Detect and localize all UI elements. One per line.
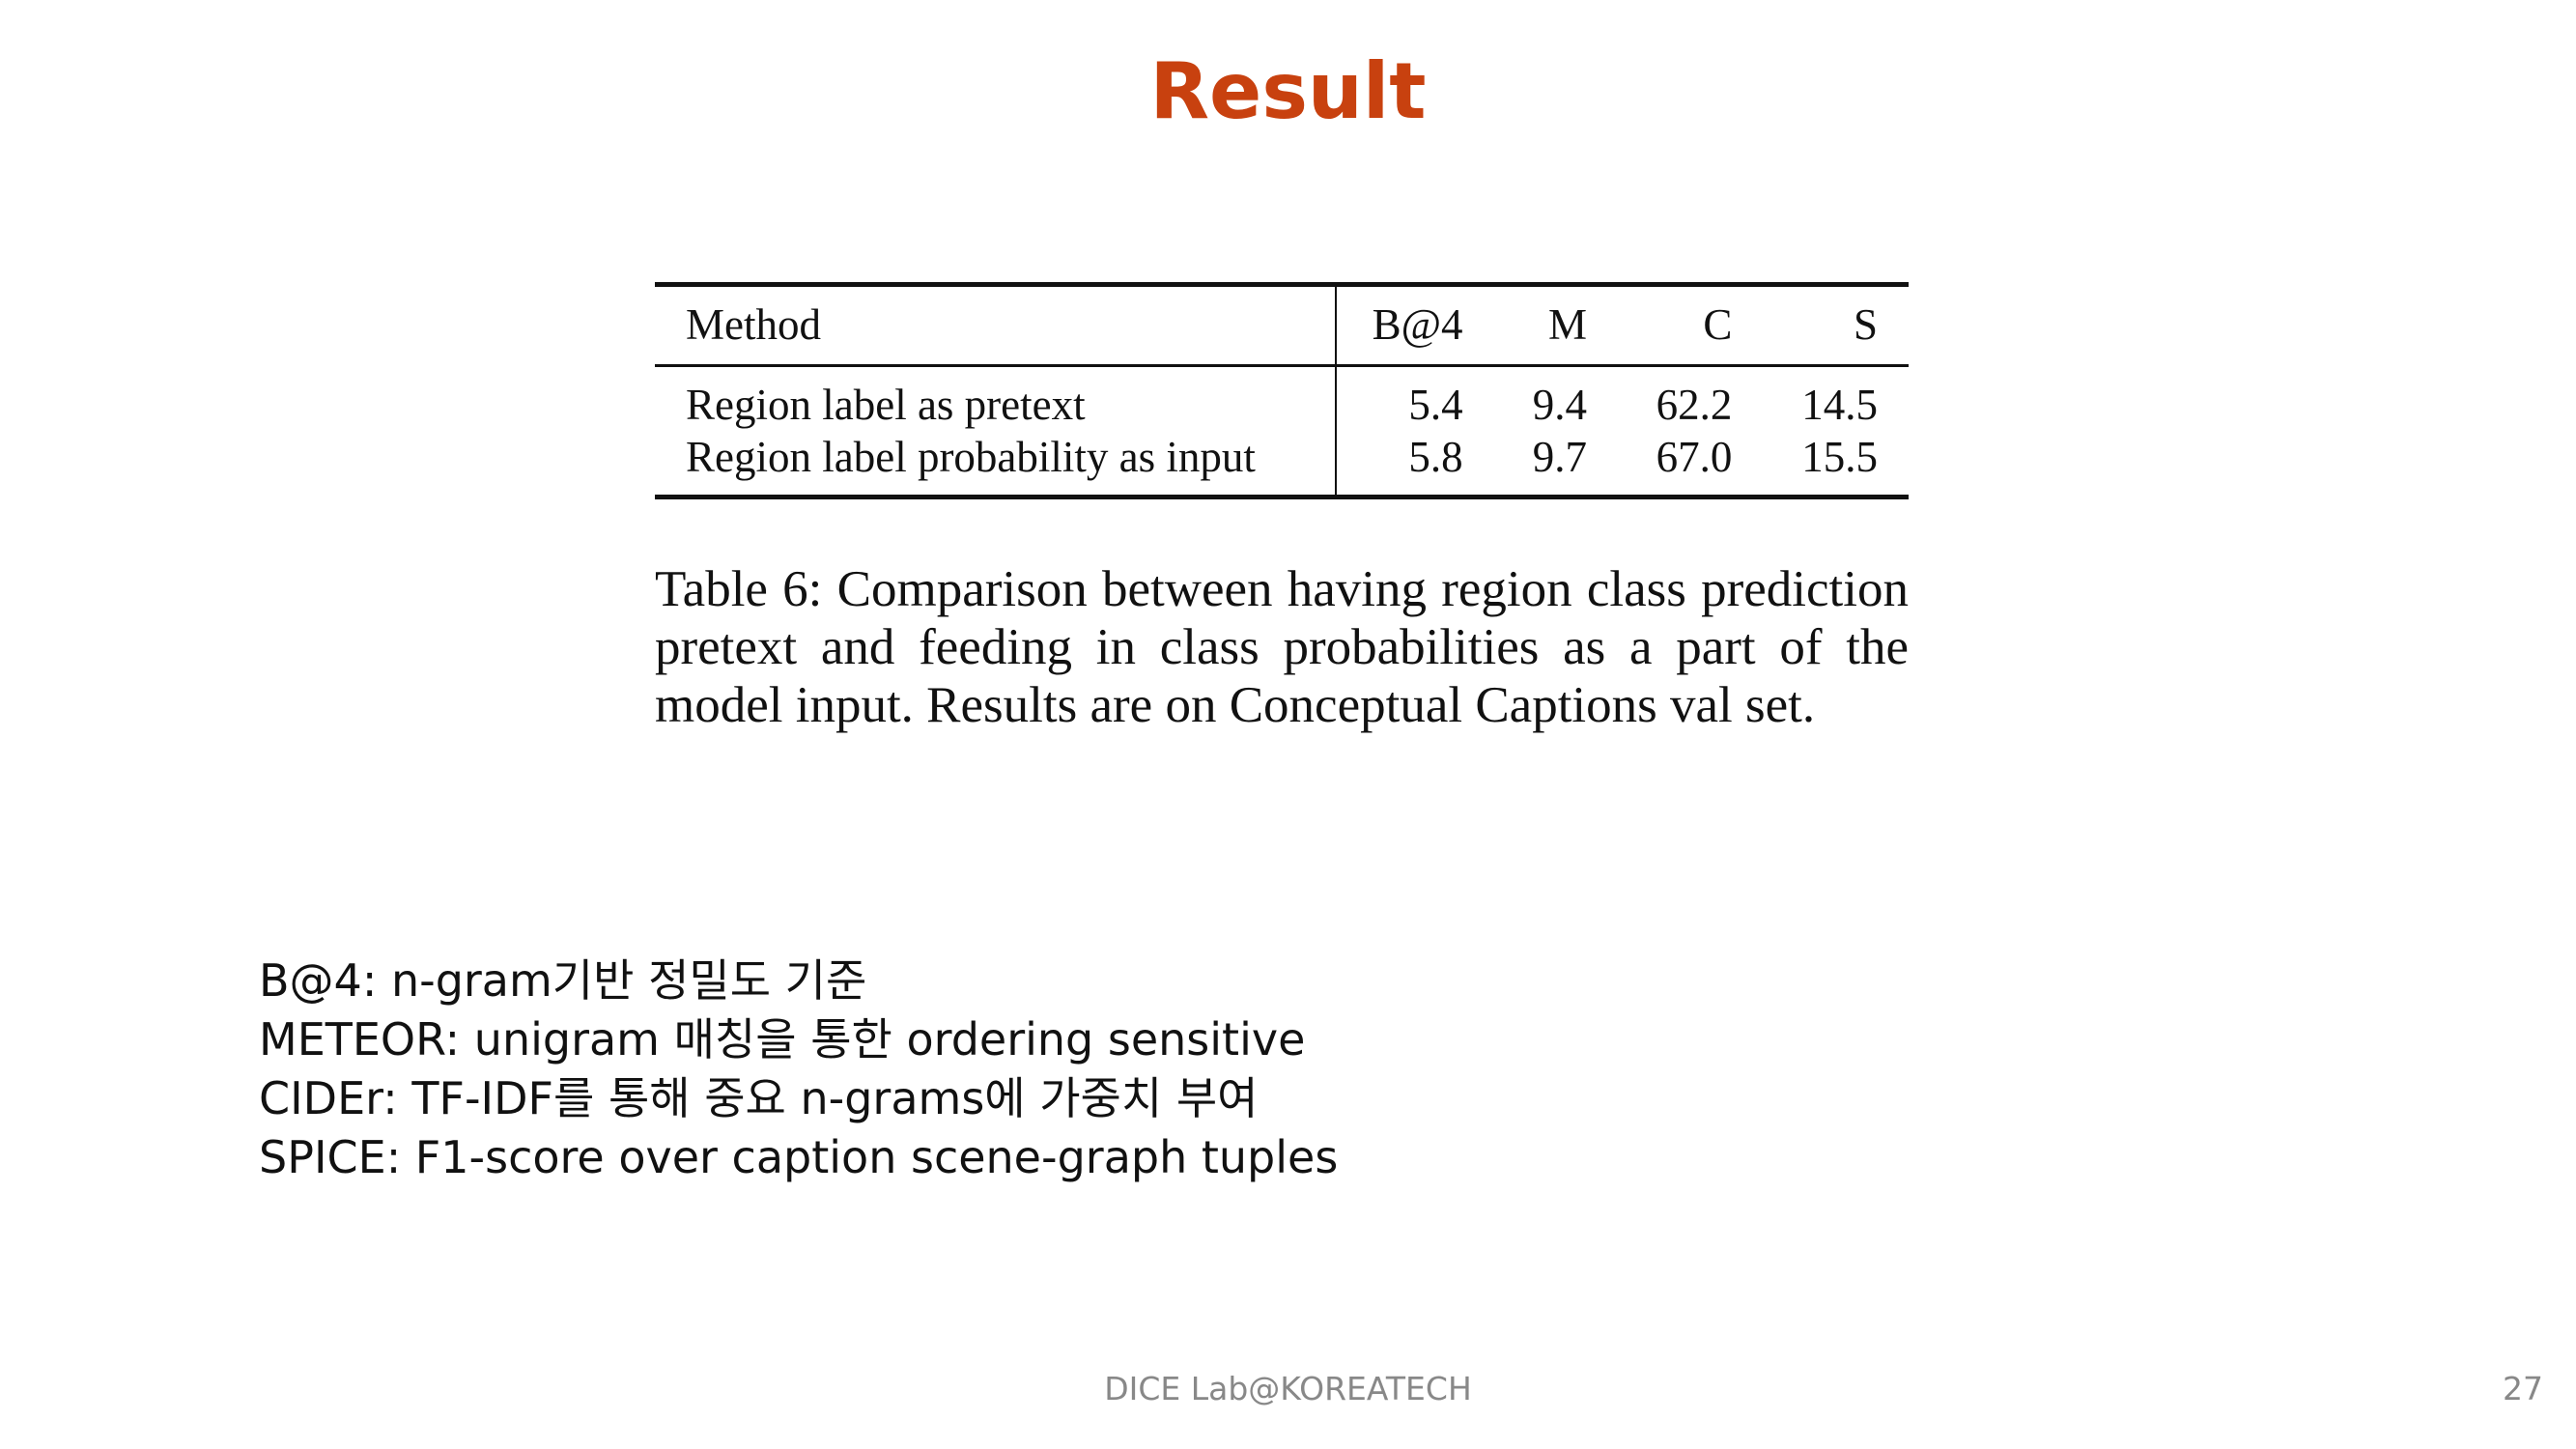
cell-meteor: 9.7: [1532, 433, 1587, 481]
slide-title: Result: [1149, 46, 1427, 136]
note-cider: CIDEr: TF-IDF를 통해 중요 n-grams에 가중치 부여: [259, 1072, 1259, 1124]
results-table: Method B@4 M C S Region label as pretext…: [655, 282, 1909, 499]
table-caption: Table 6: Comparison between having regio…: [655, 561, 1909, 733]
note-meteor: METEOR: unigram 매칭을 통한 ordering sensitiv…: [259, 1013, 1306, 1065]
cell-spice: 14.5: [1801, 381, 1878, 429]
row-method: Region label as pretext: [655, 365, 1338, 431]
row-method: Region label probability as input: [655, 431, 1338, 497]
cell-spice: 15.5: [1801, 433, 1878, 481]
metric-notes: B@4: n-gram기반 정밀도 기준 METEOR: unigram 매칭을…: [259, 952, 1338, 1187]
cell-meteor: 9.4: [1532, 381, 1587, 429]
page-number: 27: [2503, 1370, 2543, 1407]
results-table-container: Method B@4 M C S Region label as pretext…: [655, 282, 1909, 499]
note-bleu4: B@4: n-gram기반 정밀도 기준: [259, 954, 867, 1007]
cell-b4: 5.8: [1408, 433, 1463, 481]
cell-b4: 5.4: [1408, 381, 1463, 429]
note-spice: SPICE: F1-score over caption scene-graph…: [259, 1131, 1339, 1183]
header-meteor: M: [1547, 300, 1587, 349]
header-method: Method: [655, 284, 1338, 366]
footer-lab-name: DICE Lab@KOREATECH: [1104, 1370, 1472, 1407]
table-header-row: Method B@4 M C S: [655, 284, 1909, 366]
cell-cider: 62.2: [1656, 381, 1733, 429]
table-row: Region label as pretext 5.4 9.4 62.2 14.…: [655, 365, 1909, 431]
header-spice: S: [1853, 300, 1878, 349]
cell-cider: 67.0: [1656, 433, 1733, 481]
table-row: Region label probability as input 5.8 9.…: [655, 431, 1909, 497]
header-cider: C: [1703, 300, 1733, 349]
header-b4: B@4: [1372, 300, 1463, 349]
